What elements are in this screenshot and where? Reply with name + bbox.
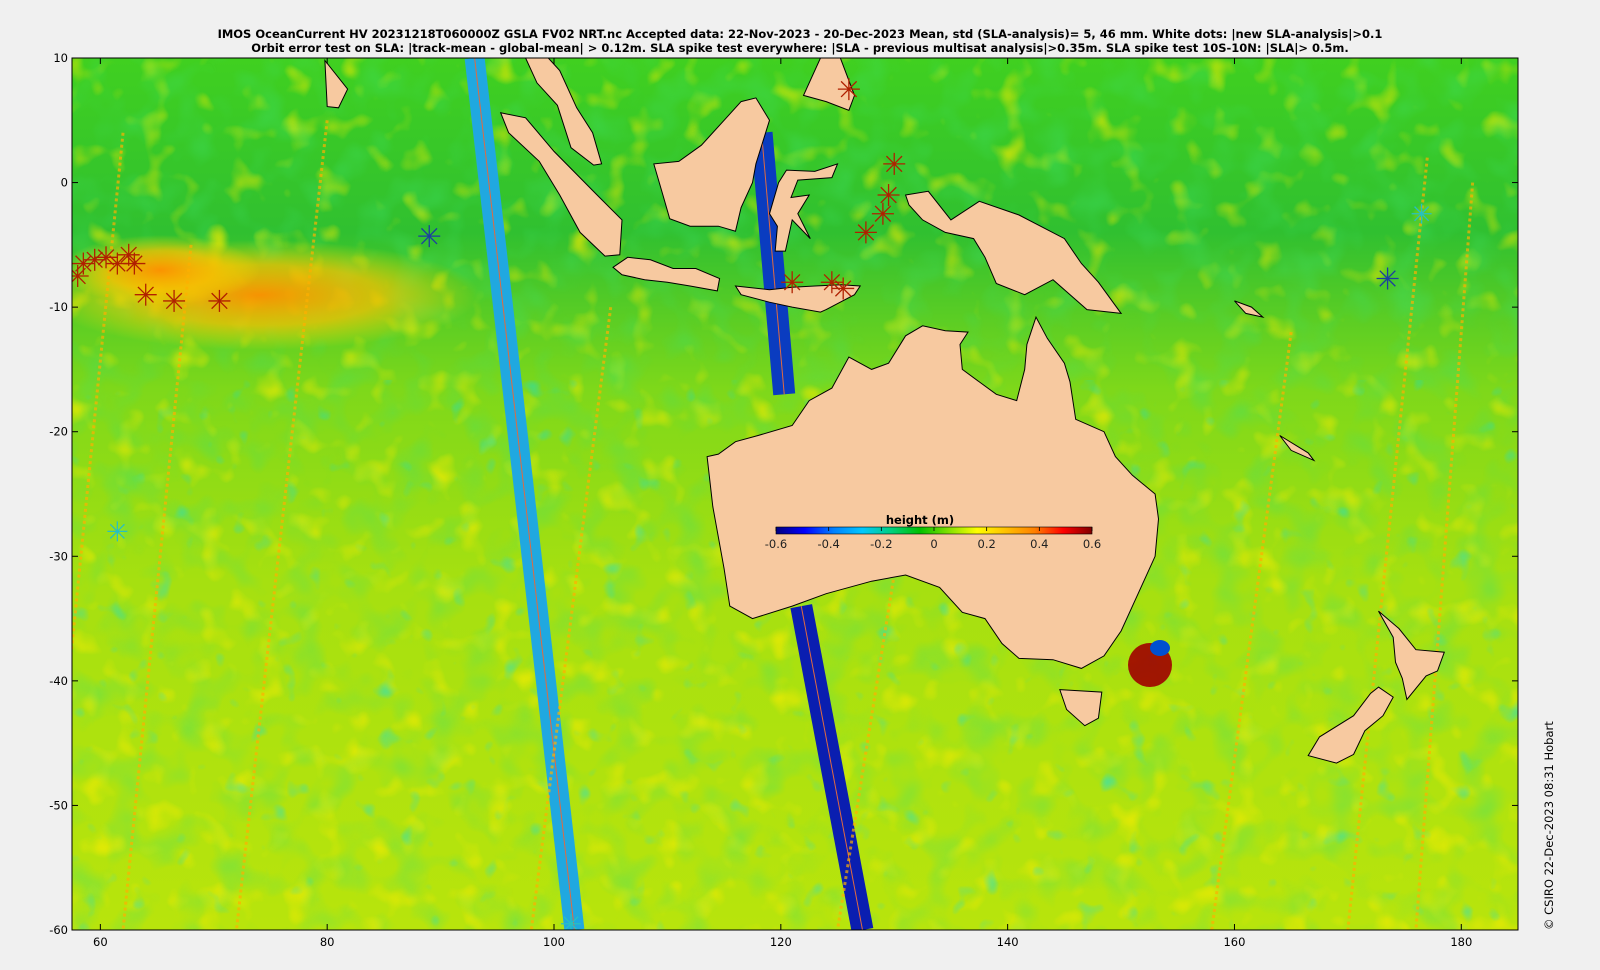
spike-marker-cyan (561, 913, 582, 930)
spike-marker (837, 78, 860, 101)
credit-text: © CSIRO 22-Dec-2023 08:31 Hobart (1542, 721, 1556, 930)
colorbar-tick-label: 0.2 (978, 537, 996, 551)
colorbar-tick-label: 0.4 (1030, 537, 1048, 551)
spike-marker (72, 265, 89, 287)
colorbar-tick-label: 0 (930, 537, 937, 551)
y-tick-label: 10 (53, 51, 68, 65)
colorbar-tick-label: 0.6 (1083, 537, 1101, 551)
x-tick-label: 140 (997, 935, 1019, 949)
x-tick-label: 180 (1450, 935, 1472, 949)
sla-field (72, 58, 1518, 930)
x-tick-label: 80 (320, 935, 335, 949)
spike-marker-cyan (107, 521, 128, 542)
spike-marker-blue (418, 225, 441, 248)
spike-marker (820, 271, 843, 294)
spike-marker (134, 283, 157, 306)
spike-marker (208, 289, 231, 312)
x-tick-label: 120 (770, 935, 792, 949)
spike-marker (883, 152, 906, 175)
spike-marker (877, 184, 900, 207)
y-tick-label: -50 (49, 798, 68, 812)
spike-marker (95, 246, 118, 269)
y-tick-label: -20 (49, 425, 68, 439)
spike-marker (117, 243, 140, 266)
spike-marker-cyan (1411, 203, 1432, 224)
spike-marker-blue (1376, 267, 1399, 290)
y-tick-label: -40 (49, 674, 68, 688)
colorbar-title: height (m) (886, 513, 954, 527)
x-tick-label: 60 (93, 935, 108, 949)
spike-marker (781, 271, 804, 294)
spike-marker (163, 289, 186, 312)
colorbar-tick-label: -0.4 (817, 537, 839, 551)
spike-marker (123, 252, 146, 275)
x-tick-label: 100 (543, 935, 565, 949)
y-tick-label: -30 (49, 549, 68, 563)
colorbar-tick-label: -0.2 (870, 537, 892, 551)
spike-marker (871, 202, 894, 225)
sla-map: 60 80 100 120 140 160 180 100-10-20-30-40-50-6… (49, 51, 1519, 949)
x-tick-label: 160 (1223, 935, 1245, 949)
spike-marker (854, 221, 877, 244)
colorbar-tick-label: -0.6 (765, 537, 787, 551)
y-tick-label: -60 (49, 923, 68, 937)
spike-marker (83, 248, 106, 271)
y-tick-label: 0 (61, 176, 68, 190)
y-tick-label: -10 (49, 300, 68, 314)
spike-marker (832, 277, 855, 300)
